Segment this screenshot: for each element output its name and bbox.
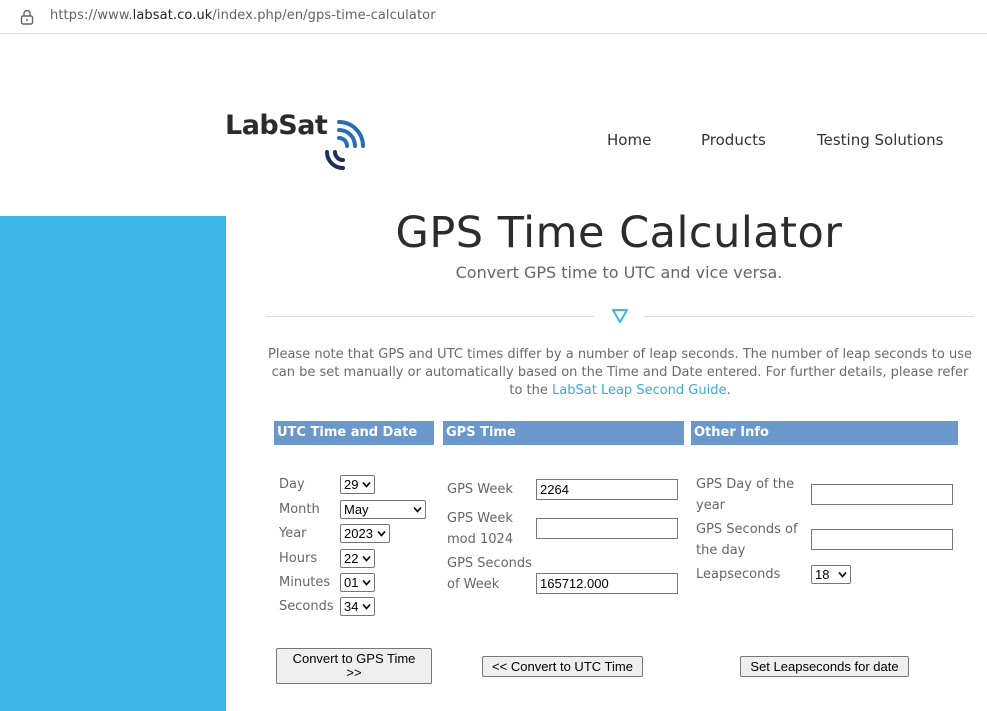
url-path: /index.php/en/gps-time-calculator — [212, 8, 436, 23]
url-text[interactable]: https://www.labsat.co.uk/index.php/en/gp… — [50, 8, 436, 23]
month-select[interactable]: May — [340, 500, 426, 519]
leap-second-guide-link[interactable]: LabSat Leap Second Guide — [552, 383, 726, 398]
month-label: Month — [279, 502, 320, 517]
minutes-label: Minutes — [279, 575, 331, 590]
chevron-down-icon — [413, 506, 422, 513]
hours-select[interactable]: 22 — [340, 549, 375, 568]
gps-heading: GPS Time — [443, 421, 684, 445]
seconds-of-day-input[interactable] — [811, 529, 953, 550]
leap-second-note: Please note that GPS and UTC times diffe… — [266, 346, 974, 400]
page-subtitle: Convert GPS time to UTC and vice versa. — [455, 263, 783, 282]
month-value: May — [344, 502, 369, 517]
leapseconds-value: 18 — [815, 567, 830, 582]
chevron-down-icon — [362, 579, 371, 586]
day-label: Day — [279, 477, 305, 492]
note-end: . — [726, 383, 731, 398]
sidebar-panel — [0, 216, 226, 711]
day-of-year-label: GPS Day of the year — [696, 477, 795, 513]
seconds-of-day-label: GPS Seconds of the day — [696, 522, 798, 558]
nav-testing-solutions[interactable]: Testing Solutions — [817, 131, 943, 149]
nav-products[interactable]: Products — [701, 131, 766, 149]
gps-week-mod-label: GPS Week mod 1024 — [447, 511, 514, 547]
hours-label: Hours — [279, 551, 318, 566]
gps-week-input[interactable]: 2264 — [536, 479, 678, 500]
signal-waves-icon — [325, 120, 365, 170]
gps-week-label: GPS Week — [447, 482, 513, 497]
day-of-year-input[interactable] — [811, 484, 953, 505]
logo-text: LabSat — [225, 110, 328, 141]
convert-to-gps-button[interactable]: Convert to GPS Time >> — [276, 648, 432, 684]
address-bar[interactable]: https://www.labsat.co.uk/index.php/en/gp… — [0, 0, 987, 34]
day-value: 29 — [344, 477, 359, 492]
year-value: 2023 — [344, 526, 373, 541]
seconds-label: Seconds — [279, 599, 334, 614]
minutes-select[interactable]: 01 — [340, 573, 375, 592]
gps-seconds-input[interactable]: 165712.000 — [536, 573, 678, 594]
url-prefix: https://www. — [50, 8, 133, 23]
chevron-down-icon — [362, 603, 371, 610]
utc-heading: UTC Time and Date — [274, 421, 434, 445]
divider-left — [266, 316, 594, 317]
convert-to-utc-button[interactable]: << Convert to UTC Time — [482, 656, 643, 677]
leapseconds-label: Leapseconds — [696, 567, 781, 582]
year-label: Year — [279, 526, 307, 541]
day-select[interactable]: 29 — [340, 475, 375, 494]
gps-seconds-label: GPS Seconds of Week — [447, 556, 532, 592]
lock-icon[interactable] — [20, 9, 34, 25]
divider-right — [644, 316, 974, 317]
url-domain: labsat.co.uk — [132, 8, 213, 23]
chevron-down-icon — [362, 555, 371, 562]
chevron-down-icon — [377, 530, 386, 537]
labsat-logo[interactable]: LabSat — [225, 110, 385, 172]
seconds-select[interactable]: 34 — [340, 597, 375, 616]
set-leapseconds-button[interactable]: Set Leapseconds for date — [740, 656, 909, 677]
leapseconds-select[interactable]: 18 — [811, 565, 851, 584]
gps-week-mod-input[interactable] — [536, 518, 678, 539]
minutes-value: 01 — [344, 575, 359, 590]
year-select[interactable]: 2023 — [340, 524, 390, 543]
seconds-value: 34 — [344, 599, 359, 614]
hours-value: 22 — [344, 551, 359, 566]
page-title: GPS Time Calculator — [395, 208, 843, 258]
chevron-down-icon — [362, 481, 371, 488]
nav-home[interactable]: Home — [607, 131, 651, 149]
triangle-down-icon — [612, 309, 628, 323]
other-heading: Other Info — [691, 421, 958, 445]
chevron-down-icon — [838, 571, 847, 578]
